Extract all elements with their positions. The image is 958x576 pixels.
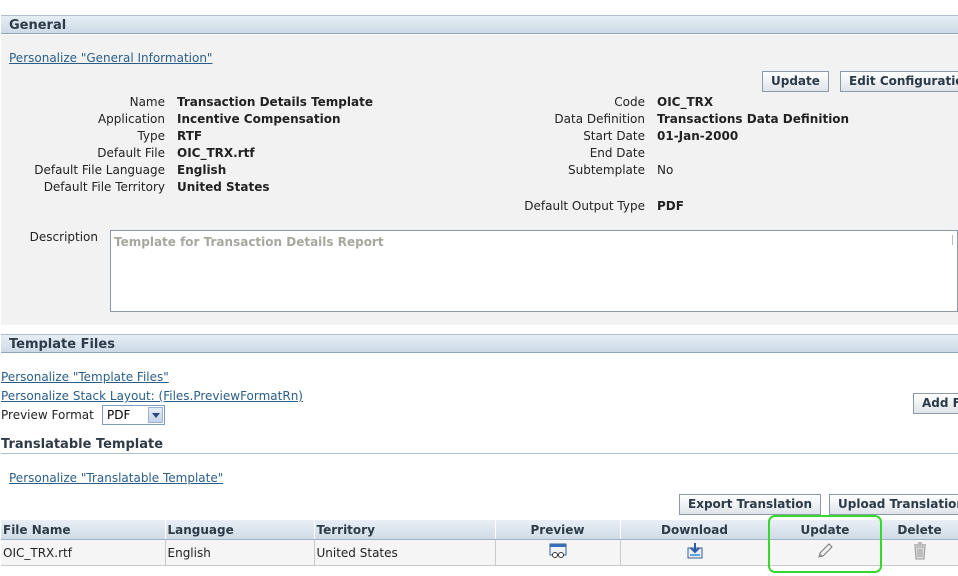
download-icon[interactable] (686, 542, 704, 560)
code-value: OIC_TRX (657, 95, 714, 109)
column-header-preview: Preview (495, 520, 621, 540)
update-button[interactable]: Update (762, 71, 829, 92)
column-header-delete: Delete (881, 520, 958, 540)
data-definition-value: Transactions Data Definition (657, 112, 850, 126)
column-header-territory[interactable]: Territory (314, 520, 496, 540)
textarea-scrollbar[interactable] (952, 235, 957, 245)
description-textarea[interactable]: Template for Transaction Details Report (110, 230, 958, 312)
preview-icon[interactable] (549, 543, 567, 559)
default-output-type-value: PDF (657, 199, 684, 213)
default-file-territory-label: Default File Territory (43, 180, 165, 194)
template-files-section-title: Template Files (9, 337, 115, 352)
end-date-label: End Date (589, 146, 645, 160)
start-date-value: 01-Jan-2000 (657, 129, 739, 143)
default-file-language-label: Default File Language (34, 163, 165, 177)
language-cell: English (165, 539, 315, 566)
preview-format-value: PDF (107, 408, 131, 422)
subtemplate-value: No (657, 163, 674, 177)
code-label: Code (614, 95, 645, 109)
add-file-button[interactable]: Add F (913, 393, 958, 414)
update-column-highlight (768, 515, 882, 573)
download-cell (620, 539, 770, 566)
name-value: Transaction Details Template (177, 95, 373, 109)
personalize-stack-layout-link[interactable]: Personalize Stack Layout: (Files.Preview… (1, 389, 303, 403)
general-section-title: General (9, 18, 67, 33)
name-label: Name (129, 95, 165, 109)
subtemplate-label: Subtemplate (567, 163, 645, 177)
upload-translation-button[interactable]: Upload Translation (829, 494, 958, 515)
preview-format-select[interactable]: PDF (102, 405, 165, 425)
default-file-territory-value: United States (177, 180, 270, 194)
territory-cell: United States (314, 539, 496, 566)
default-file-language-value: English (177, 163, 227, 177)
default-output-type-label: Default Output Type (524, 199, 645, 213)
default-file-value: OIC_TRX.rtf (177, 146, 255, 160)
type-value: RTF (177, 129, 203, 143)
translatable-template-title: Translatable Template (1, 437, 958, 454)
personalize-translatable-link[interactable]: Personalize "Translatable Template" (9, 471, 223, 485)
description-text: Template for Transaction Details Report (114, 235, 384, 249)
export-translation-button[interactable]: Export Translation (679, 494, 822, 515)
file-name-cell: OIC_TRX.rtf (1, 539, 166, 566)
column-header-language[interactable]: Language (165, 520, 315, 540)
template-files-section-header: Template Files (1, 334, 958, 353)
delete-cell (881, 539, 958, 566)
general-section-header: General (1, 15, 958, 34)
trash-icon[interactable] (912, 542, 928, 560)
start-date-label: Start Date (583, 129, 645, 143)
application-label: Application (97, 112, 165, 126)
column-header-download: Download (620, 520, 770, 540)
description-label: Description (29, 230, 98, 244)
column-header-file-name[interactable]: File Name (1, 520, 166, 540)
chevron-down-icon[interactable] (148, 407, 163, 423)
preview-format-label: Preview Format (1, 408, 94, 422)
preview-cell (495, 539, 621, 566)
data-definition-label: Data Definition (554, 112, 645, 126)
edit-configuration-button[interactable]: Edit Configuration (840, 71, 958, 92)
application-value: Incentive Compensation (177, 112, 341, 126)
personalize-template-files-link[interactable]: Personalize "Template Files" (1, 370, 169, 384)
type-label: Type (137, 129, 165, 143)
default-file-label: Default File (97, 146, 165, 160)
personalize-general-link[interactable]: Personalize "General Information" (9, 51, 212, 65)
